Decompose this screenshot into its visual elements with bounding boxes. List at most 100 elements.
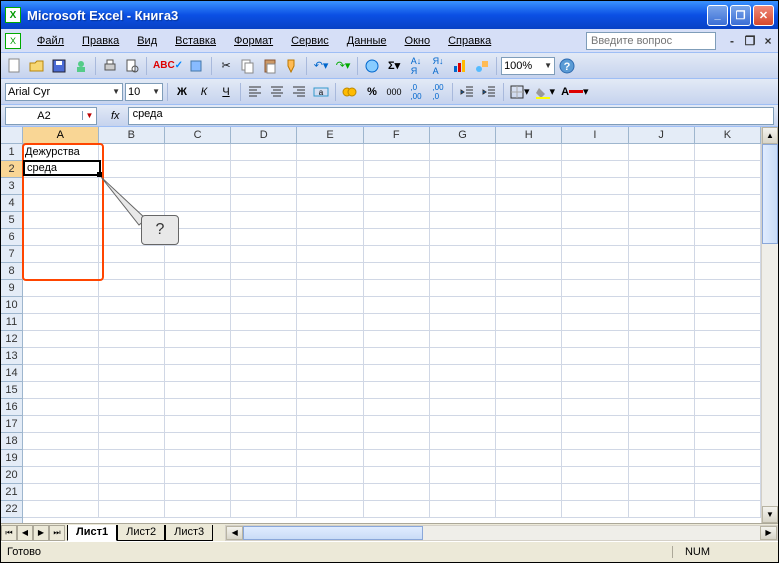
cell-F1[interactable]: [364, 144, 430, 161]
mdi-minimize-button[interactable]: -: [726, 35, 738, 47]
cell-K2[interactable]: [695, 161, 761, 178]
cell-E5[interactable]: [297, 212, 363, 229]
italic-button[interactable]: К: [194, 82, 214, 102]
cell-H10[interactable]: [496, 297, 562, 314]
cell-B9[interactable]: [99, 280, 165, 297]
column-header-I[interactable]: I: [562, 127, 628, 143]
cell-G22[interactable]: [430, 501, 496, 518]
cell-K21[interactable]: [695, 484, 761, 501]
cell-I14[interactable]: [562, 365, 628, 382]
cell-G4[interactable]: [430, 195, 496, 212]
decrease-decimal-button[interactable]: ,00,0: [428, 82, 448, 102]
cell-H9[interactable]: [496, 280, 562, 297]
cell-H20[interactable]: [496, 467, 562, 484]
cell-J3[interactable]: [629, 178, 695, 195]
formula-input[interactable]: среда: [128, 107, 774, 125]
minimize-button[interactable]: _: [707, 5, 728, 26]
cell-E2[interactable]: [297, 161, 363, 178]
percent-button[interactable]: %: [362, 82, 382, 102]
cell-J7[interactable]: [629, 246, 695, 263]
row-header-11[interactable]: 11: [1, 314, 22, 331]
cell-K15[interactable]: [695, 382, 761, 399]
row-header-12[interactable]: 12: [1, 331, 22, 348]
cell-G5[interactable]: [430, 212, 496, 229]
workbook-icon[interactable]: X: [5, 33, 21, 49]
menu-format[interactable]: Формат: [226, 33, 281, 49]
cell-A11[interactable]: [23, 314, 99, 331]
cell-A13[interactable]: [23, 348, 99, 365]
comma-button[interactable]: 000: [384, 82, 404, 102]
cell-J9[interactable]: [629, 280, 695, 297]
cell-G14[interactable]: [430, 365, 496, 382]
undo-button[interactable]: ↶▾: [311, 56, 331, 76]
cell-J19[interactable]: [629, 450, 695, 467]
cell-H14[interactable]: [496, 365, 562, 382]
column-header-G[interactable]: G: [430, 127, 496, 143]
menu-edit[interactable]: Правка: [74, 33, 127, 49]
open-button[interactable]: [27, 56, 47, 76]
cell-H6[interactable]: [496, 229, 562, 246]
cell-K22[interactable]: [695, 501, 761, 518]
cell-J1[interactable]: [629, 144, 695, 161]
cell-K9[interactable]: [695, 280, 761, 297]
cell-D14[interactable]: [231, 365, 297, 382]
cell-A16[interactable]: [23, 399, 99, 416]
format-painter-button[interactable]: [282, 56, 302, 76]
cell-F20[interactable]: [364, 467, 430, 484]
cell-F11[interactable]: [364, 314, 430, 331]
cell-G20[interactable]: [430, 467, 496, 484]
column-header-B[interactable]: B: [99, 127, 165, 143]
currency-button[interactable]: [340, 82, 360, 102]
cell-B7[interactable]: [99, 246, 165, 263]
cell-C14[interactable]: [165, 365, 231, 382]
hscroll-thumb[interactable]: [243, 526, 423, 540]
row-header-15[interactable]: 15: [1, 382, 22, 399]
cell-K7[interactable]: [695, 246, 761, 263]
cell-A9[interactable]: [23, 280, 99, 297]
row-header-6[interactable]: 6: [1, 229, 22, 246]
cell-K17[interactable]: [695, 416, 761, 433]
mdi-close-button[interactable]: ×: [762, 35, 774, 47]
mdi-restore-button[interactable]: ❐: [744, 35, 756, 47]
cell-C20[interactable]: [165, 467, 231, 484]
fill-color-button[interactable]: ▾: [534, 82, 558, 102]
column-header-E[interactable]: E: [297, 127, 363, 143]
help-button[interactable]: ?: [557, 56, 577, 76]
sort-desc-button[interactable]: Я↓А: [428, 56, 448, 76]
cell-G19[interactable]: [430, 450, 496, 467]
cell-A17[interactable]: [23, 416, 99, 433]
column-header-F[interactable]: F: [364, 127, 430, 143]
scroll-down-button[interactable]: ▼: [762, 506, 778, 523]
cell-H12[interactable]: [496, 331, 562, 348]
cell-D11[interactable]: [231, 314, 297, 331]
cell-D20[interactable]: [231, 467, 297, 484]
cell-I16[interactable]: [562, 399, 628, 416]
cell-F15[interactable]: [364, 382, 430, 399]
cell-G10[interactable]: [430, 297, 496, 314]
cell-B20[interactable]: [99, 467, 165, 484]
merge-center-button[interactable]: a: [311, 82, 331, 102]
menu-window[interactable]: Окно: [397, 33, 439, 49]
spellcheck-button[interactable]: ABC✓: [151, 56, 185, 76]
cell-A5[interactable]: [23, 212, 99, 229]
row-header-3[interactable]: 3: [1, 178, 22, 195]
cell-D12[interactable]: [231, 331, 297, 348]
row-header-7[interactable]: 7: [1, 246, 22, 263]
cell-E6[interactable]: [297, 229, 363, 246]
cell-A6[interactable]: [23, 229, 99, 246]
cell-J20[interactable]: [629, 467, 695, 484]
cell-H3[interactable]: [496, 178, 562, 195]
cell-K4[interactable]: [695, 195, 761, 212]
cell-E14[interactable]: [297, 365, 363, 382]
hyperlink-button[interactable]: [362, 56, 382, 76]
cell-H22[interactable]: [496, 501, 562, 518]
font-color-button[interactable]: А▾: [559, 82, 590, 102]
cell-G13[interactable]: [430, 348, 496, 365]
cell-I19[interactable]: [562, 450, 628, 467]
cell-E19[interactable]: [297, 450, 363, 467]
cell-B8[interactable]: [99, 263, 165, 280]
cell-B12[interactable]: [99, 331, 165, 348]
column-header-A[interactable]: A: [23, 127, 99, 143]
cell-A4[interactable]: [23, 195, 99, 212]
column-header-C[interactable]: C: [165, 127, 231, 143]
